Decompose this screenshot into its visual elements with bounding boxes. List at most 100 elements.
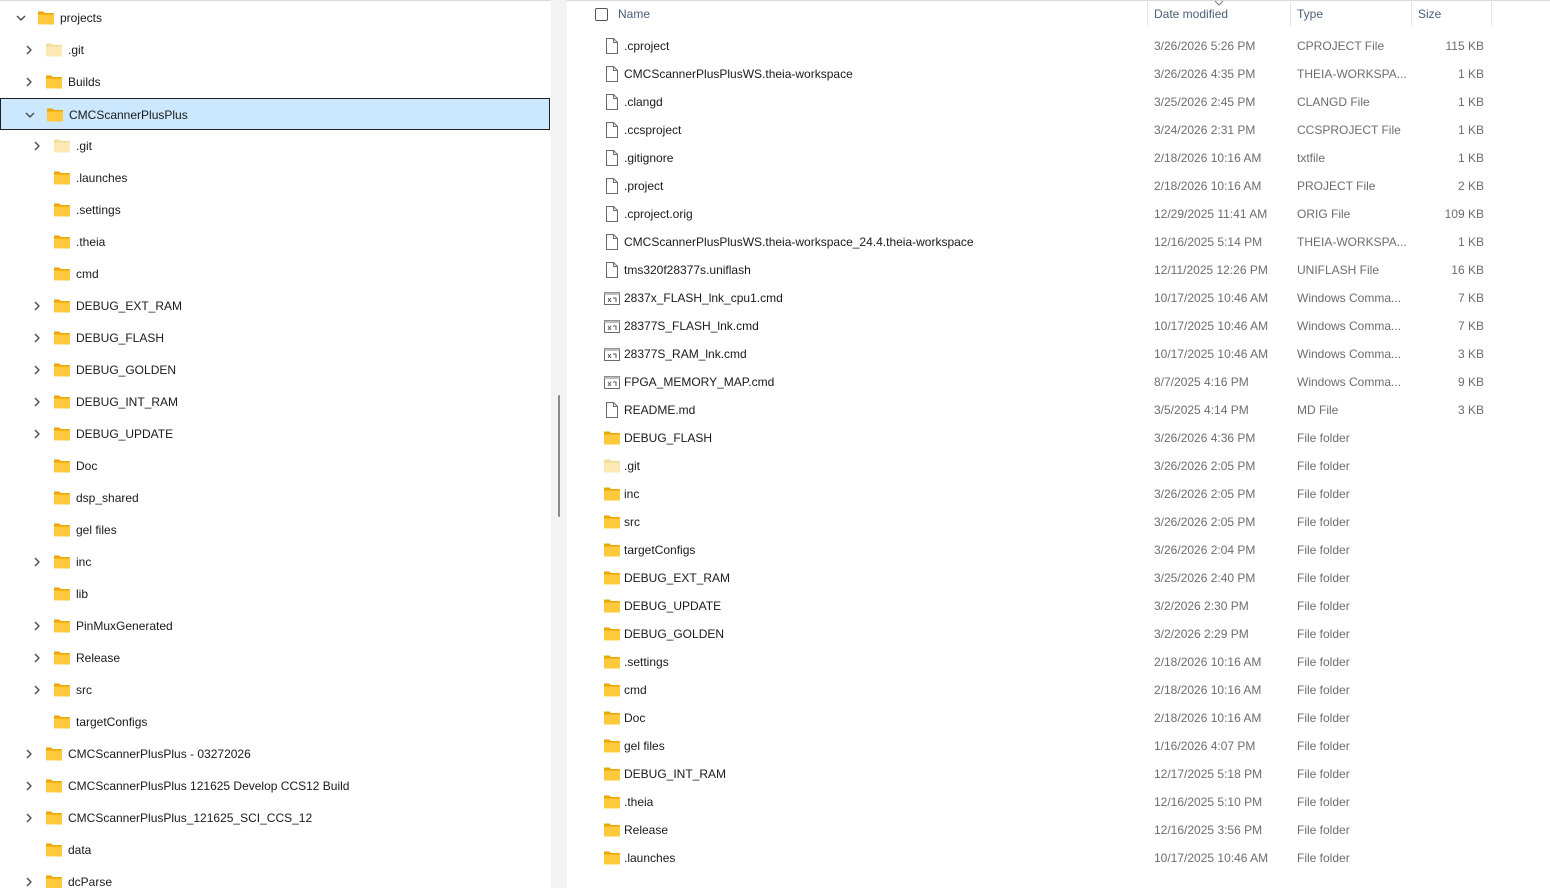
file-row[interactable]: targetConfigs 3/26/2026 2:04 PM File folde… <box>567 536 1550 564</box>
file-row[interactable]: .cproject 3/26/2026 5:26 PM CPROJECT File 1… <box>567 32 1550 60</box>
file-row[interactable]: .gitignore 2/18/2026 10:16 AM txtfile 1 KB <box>567 144 1550 172</box>
file-size: 1 KB <box>1457 95 1484 109</box>
file-date-modified: 12/11/2025 12:26 PM <box>1154 263 1268 277</box>
navigation-scrollbar-thumb[interactable] <box>558 395 560 517</box>
chevron-right-icon[interactable] <box>22 779 36 793</box>
folder-icon <box>603 626 621 642</box>
nav-tree-item[interactable]: DEBUG_FLASH <box>0 322 550 354</box>
file-row[interactable]: DEBUG_INT_RAM 12/17/2025 5:18 PM File fold… <box>567 760 1550 788</box>
file-row[interactable]: .cproject.orig 12/29/2025 11:41 AM ORIG Fi… <box>567 200 1550 228</box>
chevron-right-icon[interactable] <box>30 139 44 153</box>
nav-tree-item[interactable]: CMCScannerPlusPlus - 03272026 <box>0 738 550 770</box>
chevron-right-icon[interactable] <box>22 75 36 89</box>
name-column-header[interactable]: Name <box>618 0 1138 28</box>
chevron-right-icon[interactable] <box>30 363 44 377</box>
nav-tree-item-label: CMCScannerPlusPlus <box>69 108 188 122</box>
file-row[interactable]: .git 3/26/2026 2:05 PM File folder <box>567 452 1550 480</box>
nav-tree-item-label: .git <box>76 139 93 153</box>
select-all-checkbox[interactable] <box>595 8 608 21</box>
file-row[interactable]: gel files 1/16/2026 4:07 PM File folder <box>567 732 1550 760</box>
file-row[interactable]: FPGA_MEMORY_MAP.cmd 8/7/2025 4:16 PM Windo… <box>567 368 1550 396</box>
nav-tree-item[interactable]: projects <box>0 2 550 34</box>
file-row[interactable]: .launches 10/17/2025 10:46 AM File folder <box>567 844 1550 872</box>
file-row[interactable]: Release 12/16/2025 3:56 PM File folder <box>567 816 1550 844</box>
nav-tree-item[interactable]: lib <box>0 578 550 610</box>
hidden-folder-icon <box>53 138 71 154</box>
chevron-right-icon[interactable] <box>22 875 36 888</box>
file-list-pane[interactable]: Name Date modified Type Size .cproject 3/… <box>567 0 1550 888</box>
nav-tree-item[interactable]: .settings <box>0 194 550 226</box>
nav-tree-item[interactable]: DEBUG_GOLDEN <box>0 354 550 386</box>
date-modified-column-header[interactable]: Date modified <box>1154 0 1284 28</box>
nav-tree-item[interactable]: .git <box>0 34 550 66</box>
chevron-right-icon[interactable] <box>22 811 36 825</box>
file-row[interactable]: 2837x_FLASH_lnk_cpu1.cmd 10/17/2025 10:46… <box>567 284 1550 312</box>
nav-tree-item[interactable]: Builds <box>0 66 550 98</box>
nav-tree-item[interactable]: DEBUG_INT_RAM <box>0 386 550 418</box>
nav-tree-item[interactable]: targetConfigs <box>0 706 550 738</box>
file-row[interactable]: CMCScannerPlusPlusWS.theia-workspace_24.… <box>567 228 1550 256</box>
file-row[interactable]: .theia 12/16/2025 5:10 PM File folder <box>567 788 1550 816</box>
column-divider[interactable] <box>1411 2 1412 26</box>
file-row[interactable]: 28377S_RAM_lnk.cmd 10/17/2025 10:46 AM Win… <box>567 340 1550 368</box>
nav-tree-item[interactable]: gel files <box>0 514 550 546</box>
nav-tree-item[interactable]: Doc <box>0 450 550 482</box>
chevron-down-icon[interactable] <box>23 108 37 122</box>
chevron-right-icon[interactable] <box>30 619 44 633</box>
size-column-header[interactable]: Size <box>1418 0 1478 28</box>
file-row[interactable]: CMCScannerPlusPlusWS.theia-workspace 3/26… <box>567 60 1550 88</box>
file-row[interactable]: Doc 2/18/2026 10:16 AM File folder <box>567 704 1550 732</box>
chevron-right-icon[interactable] <box>30 299 44 313</box>
nav-tree-item[interactable]: inc <box>0 546 550 578</box>
file-row[interactable]: cmd 2/18/2026 10:16 AM File folder <box>567 676 1550 704</box>
file-row[interactable]: DEBUG_EXT_RAM 3/25/2026 2:40 PM File folde… <box>567 564 1550 592</box>
nav-tree-item[interactable]: CMCScannerPlusPlus 121625 Develop CCS12 … <box>0 770 550 802</box>
file-row[interactable]: .settings 2/18/2026 10:16 AM File folder <box>567 648 1550 676</box>
nav-tree-item-label: dsp_shared <box>76 491 139 505</box>
column-divider[interactable] <box>1147 2 1148 26</box>
file-row[interactable]: .project 2/18/2026 10:16 AM PROJECT File 2 … <box>567 172 1550 200</box>
file-icon <box>603 66 621 82</box>
nav-tree-item-label: DEBUG_INT_RAM <box>76 395 179 409</box>
file-row[interactable]: DEBUG_UPDATE 3/2/2026 2:30 PM File folder <box>567 592 1550 620</box>
file-row[interactable]: inc 3/26/2026 2:05 PM File folder <box>567 480 1550 508</box>
column-divider[interactable] <box>1491 2 1492 26</box>
file-name: .project <box>624 179 664 193</box>
nav-tree-item[interactable]: dcParse <box>0 866 550 888</box>
nav-tree-item[interactable]: Release <box>0 642 550 674</box>
file-row[interactable]: DEBUG_GOLDEN 3/2/2026 2:29 PM File folder <box>567 620 1550 648</box>
navigation-pane[interactable]: projects .git Builds CMCScannerPlusPlus .git… <box>0 0 550 888</box>
nav-tree-item[interactable]: PinMuxGenerated <box>0 610 550 642</box>
chevron-right-icon[interactable] <box>30 555 44 569</box>
nav-tree-item[interactable]: src <box>0 674 550 706</box>
nav-tree-item[interactable]: data <box>0 834 550 866</box>
chevron-right-icon[interactable] <box>30 651 44 665</box>
file-row[interactable]: 28377S_FLASH_lnk.cmd 10/17/2025 10:46 AM W… <box>567 312 1550 340</box>
file-row[interactable]: README.md 3/5/2025 4:14 PM MD File 3 KB <box>567 396 1550 424</box>
nav-tree-item[interactable]: dsp_shared <box>0 482 550 514</box>
file-row[interactable]: src 3/26/2026 2:05 PM File folder <box>567 508 1550 536</box>
chevron-right-icon[interactable] <box>30 331 44 345</box>
chevron-right-icon[interactable] <box>22 43 36 57</box>
file-type: File folder <box>1297 739 1350 753</box>
nav-tree-item[interactable]: .launches <box>0 162 550 194</box>
chevron-right-icon[interactable] <box>30 395 44 409</box>
chevron-right-icon[interactable] <box>30 427 44 441</box>
nav-tree-item[interactable]: CMCScannerPlusPlus <box>0 98 550 130</box>
nav-tree-item[interactable]: DEBUG_UPDATE <box>0 418 550 450</box>
file-row[interactable]: tms320f28377s.uniflash 12/11/2025 12:26 P… <box>567 256 1550 284</box>
nav-tree-item[interactable]: DEBUG_EXT_RAM <box>0 290 550 322</box>
nav-tree-item[interactable]: .theia <box>0 226 550 258</box>
chevron-down-icon[interactable] <box>14 11 28 25</box>
nav-tree-item[interactable]: cmd <box>0 258 550 290</box>
file-row[interactable]: .ccsproject 3/24/2026 2:31 PM CCSPROJECT F… <box>567 116 1550 144</box>
chevron-right-icon[interactable] <box>30 683 44 697</box>
column-divider[interactable] <box>1290 2 1291 26</box>
type-column-header[interactable]: Type <box>1297 0 1407 28</box>
cmd-file-icon <box>603 318 621 334</box>
file-row[interactable]: DEBUG_FLASH 3/26/2026 4:36 PM File folder <box>567 424 1550 452</box>
chevron-right-icon[interactable] <box>22 747 36 761</box>
file-row[interactable]: .clangd 3/25/2026 2:45 PM CLANGD File 1 KB <box>567 88 1550 116</box>
nav-tree-item[interactable]: CMCScannerPlusPlus_121625_SCI_CCS_12 <box>0 802 550 834</box>
nav-tree-item[interactable]: .git <box>0 130 550 162</box>
